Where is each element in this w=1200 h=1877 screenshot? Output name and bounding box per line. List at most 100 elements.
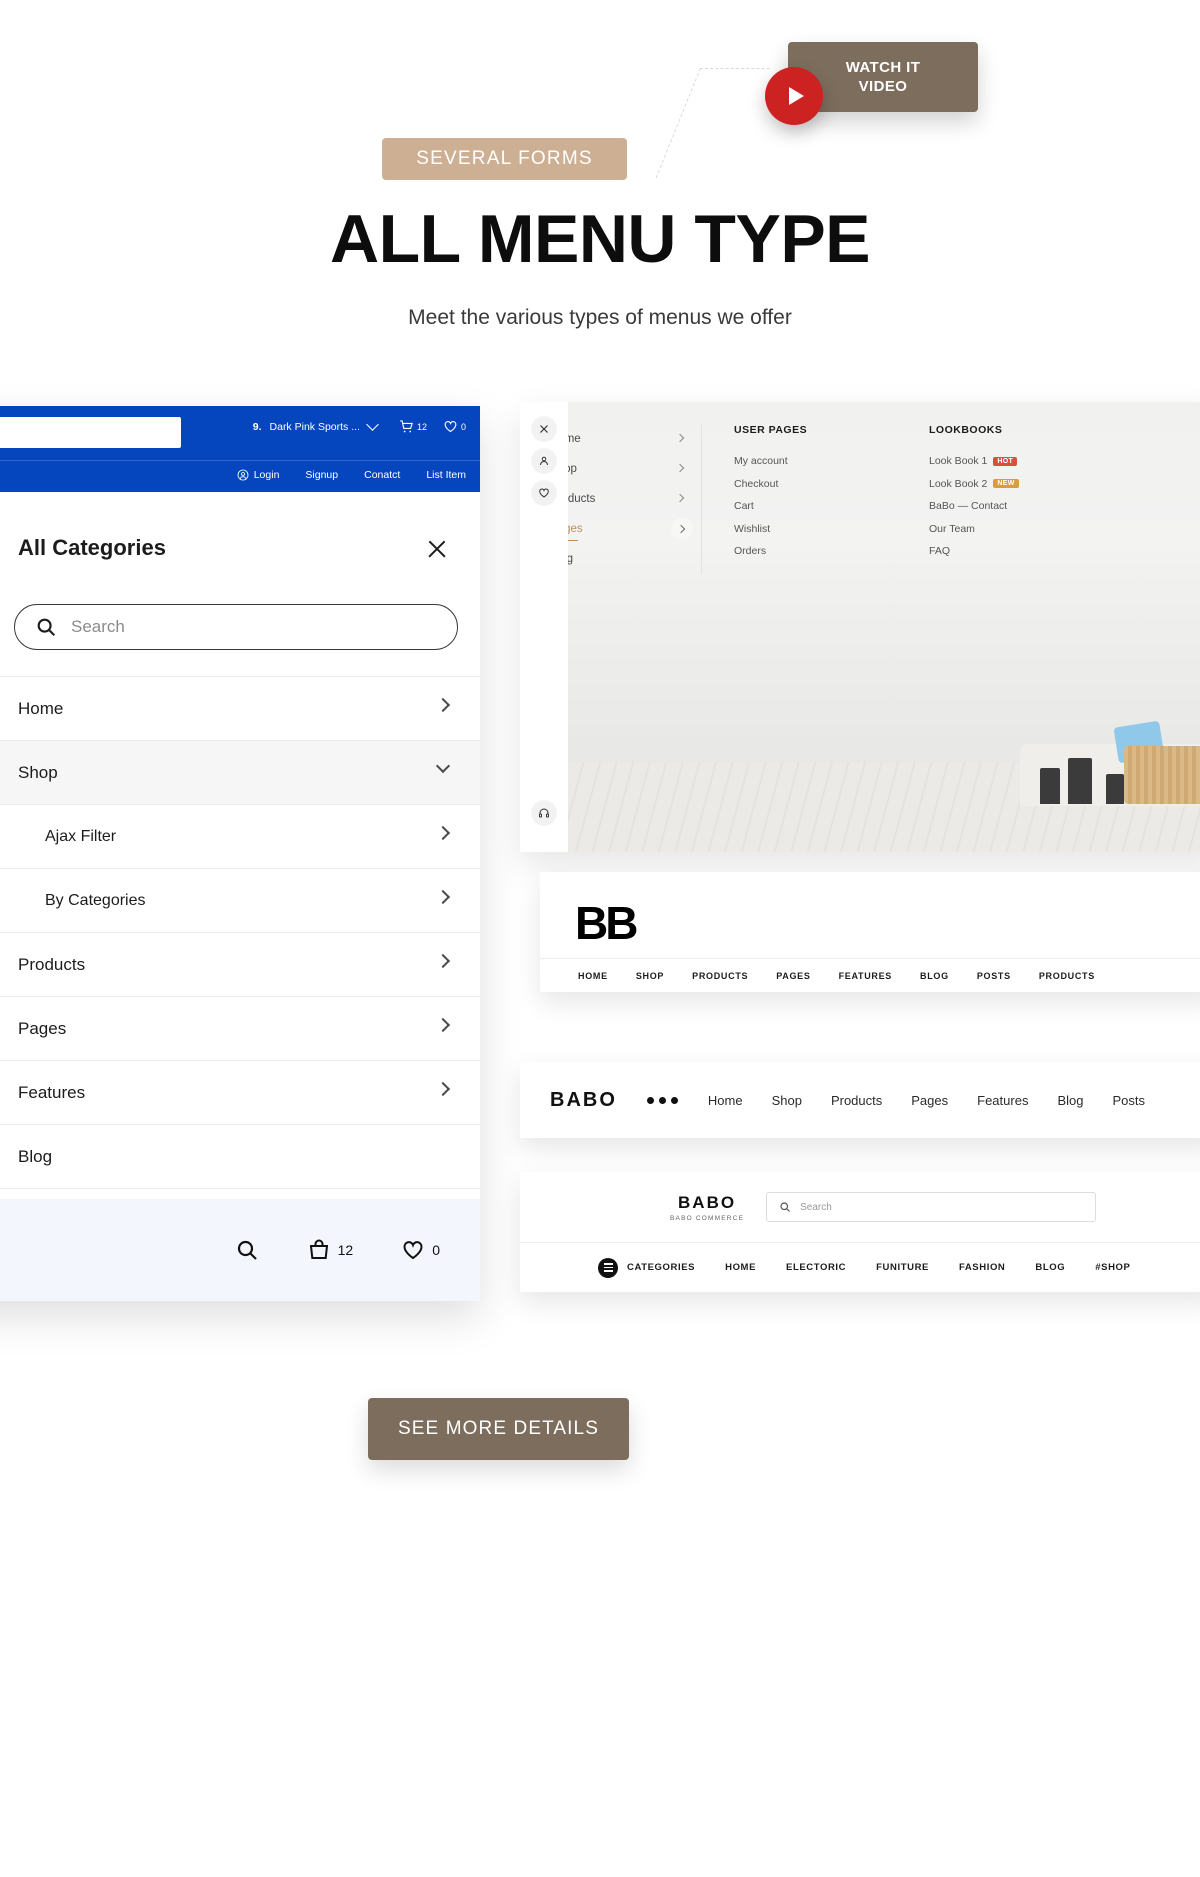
heart-icon[interactable] bbox=[531, 480, 557, 506]
menu-item-label: Pages bbox=[18, 1018, 67, 1038]
babo-commerce-card: BABO BABO COMMERCE Search CATEGORIES HOM… bbox=[520, 1172, 1200, 1292]
commerce-nav-shop[interactable]: #SHOP bbox=[1095, 1262, 1130, 1273]
menu-item-shop[interactable]: Shop bbox=[0, 741, 480, 805]
mega-column-user-pages: USER PAGES My account Checkout Cart Wish… bbox=[702, 424, 897, 574]
commerce-nav-funiture[interactable]: FUNITURE bbox=[876, 1262, 929, 1273]
commerce-nav-blog[interactable]: BLOG bbox=[1035, 1262, 1065, 1273]
hamburger-icon bbox=[598, 1257, 618, 1278]
column-heading: LOOKBOOKS bbox=[929, 424, 1003, 436]
mega-item-home[interactable]: Home bbox=[550, 424, 691, 454]
heart-icon bbox=[403, 1241, 423, 1260]
product-select[interactable]: 9. Dark Pink Sports ... bbox=[253, 418, 379, 433]
nav-link-login[interactable]: Login bbox=[237, 469, 279, 481]
search-input[interactable] bbox=[0, 417, 181, 448]
blue-header-icons: 12 0 bbox=[399, 419, 466, 434]
commerce-nav-electoric[interactable]: ELECTORIC bbox=[786, 1262, 846, 1273]
nav-link-contact[interactable]: Conatct bbox=[364, 469, 400, 481]
menu-item-label: Ajax Filter bbox=[45, 827, 117, 845]
list-item[interactable]: Our Team bbox=[929, 518, 1092, 541]
search-placeholder: Search bbox=[71, 617, 125, 636]
bottom-search-button[interactable] bbox=[235, 1238, 259, 1262]
babo-nav-posts[interactable]: Posts bbox=[1112, 1093, 1145, 1108]
list-item[interactable]: BaBo — Contact bbox=[929, 495, 1092, 518]
categories-button[interactable]: CATEGORIES bbox=[598, 1257, 695, 1278]
offcanvas-menu-list: Home Shop Ajax Filter By Categories Prod… bbox=[0, 676, 480, 1189]
user-icon[interactable] bbox=[531, 448, 557, 474]
menu-item-products[interactable]: Products bbox=[0, 933, 480, 997]
babo-nav-blog[interactable]: Blog bbox=[1057, 1093, 1083, 1108]
bb-nav-shop[interactable]: SHOP bbox=[636, 971, 664, 981]
list-item[interactable]: Orders bbox=[734, 540, 897, 563]
menu-item-label: Features bbox=[18, 1082, 86, 1102]
blue-header-row-top: 9. Dark Pink Sports ... 12 0 bbox=[0, 406, 480, 460]
lantern-shape bbox=[1106, 774, 1124, 804]
bottom-wishlist-button[interactable]: 0 bbox=[401, 1238, 440, 1262]
mega-item-pages[interactable]: Pages bbox=[550, 514, 693, 544]
chevron-right-icon bbox=[435, 1081, 451, 1097]
see-more-details-button[interactable]: SEE MORE DETAILS bbox=[368, 1398, 629, 1460]
wishlist-button[interactable]: 0 bbox=[443, 419, 466, 434]
bb-nav-products[interactable]: PRODUCTS bbox=[692, 971, 748, 981]
list-item-label: Checkout bbox=[734, 477, 779, 490]
close-icon[interactable] bbox=[531, 416, 557, 442]
watch-video-label: WATCH IT VIDEO bbox=[845, 59, 921, 95]
mega-item-products[interactable]: Products bbox=[550, 484, 691, 514]
bb-nav-pages[interactable]: PAGES bbox=[776, 971, 810, 981]
close-glyph bbox=[540, 425, 548, 433]
bb-nav-products-2[interactable]: PRODUCTS bbox=[1039, 971, 1095, 981]
nav-link-list-item[interactable]: List Item bbox=[426, 469, 466, 481]
menu-item-features[interactable]: Features bbox=[0, 1061, 480, 1125]
list-item[interactable]: Look Book 2 NEW bbox=[929, 473, 1092, 496]
bb-nav-blog[interactable]: BLOG bbox=[920, 971, 949, 981]
close-icon[interactable] bbox=[426, 538, 448, 560]
search-input[interactable]: Search bbox=[766, 1192, 1097, 1222]
bb-nav-home[interactable]: HOME bbox=[578, 971, 608, 981]
commerce-nav-fashion[interactable]: FASHION bbox=[959, 1262, 1005, 1273]
mega-item-shop[interactable]: Shop bbox=[550, 454, 691, 484]
offcanvas-panel: All Categories Search Home Shop Ajax Fil… bbox=[0, 492, 480, 1199]
list-item-label: Look Book 2 bbox=[929, 477, 988, 490]
column-heading: USER PAGES bbox=[734, 424, 808, 436]
more-dots-icon[interactable] bbox=[646, 1096, 678, 1104]
page-root: WATCH IT VIDEO SEVERAL FORMS ALL MENU TY… bbox=[0, 0, 1200, 1877]
babo-nav: Home Shop Products Pages Features Blog P… bbox=[708, 1093, 1145, 1108]
babo-nav-shop[interactable]: Shop bbox=[772, 1093, 802, 1108]
basket-shape bbox=[1124, 746, 1200, 804]
bb-nav-features[interactable]: FEATURES bbox=[839, 971, 892, 981]
chevron-right-icon bbox=[435, 1017, 451, 1033]
search-input[interactable]: Search bbox=[14, 604, 458, 650]
blue-header-bar: 9. Dark Pink Sports ... 12 0 Login Signu… bbox=[0, 406, 480, 492]
nav-link-signup[interactable]: Signup bbox=[305, 469, 338, 481]
menu-item-ajax-filter[interactable]: Ajax Filter bbox=[0, 805, 480, 869]
product-select-label: Dark Pink Sports ... bbox=[269, 420, 360, 433]
babo-logo: BABO bbox=[550, 1088, 617, 1111]
headphones-icon[interactable] bbox=[531, 800, 557, 826]
cart-button[interactable]: 12 bbox=[399, 419, 427, 434]
list-item[interactable]: Wishlist bbox=[734, 518, 897, 541]
menu-item-pages[interactable]: Pages bbox=[0, 997, 480, 1061]
mega-menu-photo bbox=[568, 552, 1200, 852]
list-item[interactable]: Look Book 1 HOT bbox=[929, 450, 1092, 473]
babo-nav-features[interactable]: Features bbox=[977, 1093, 1028, 1108]
menu-item-label: By Categories bbox=[45, 891, 146, 909]
heart-glyph bbox=[539, 488, 549, 498]
menu-item-by-categories[interactable]: By Categories bbox=[0, 869, 480, 933]
menu-item-home[interactable]: Home bbox=[0, 677, 480, 741]
list-item[interactable]: FAQ bbox=[929, 540, 1092, 563]
play-icon[interactable] bbox=[765, 67, 823, 125]
bottom-cart-button[interactable]: 12 bbox=[307, 1238, 353, 1262]
list-item[interactable]: Cart bbox=[734, 495, 897, 518]
babo-nav-products[interactable]: Products bbox=[831, 1093, 882, 1108]
commerce-nav-home[interactable]: HOME bbox=[725, 1262, 756, 1273]
menu-item-blog[interactable]: Blog bbox=[0, 1125, 480, 1189]
bb-nav-posts[interactable]: POSTS bbox=[977, 971, 1011, 981]
babo-nav-home[interactable]: Home bbox=[708, 1093, 743, 1108]
mega-item-blog[interactable]: Blog bbox=[550, 544, 691, 574]
heart-icon bbox=[444, 421, 457, 433]
babo-nav-pages[interactable]: Pages bbox=[911, 1093, 948, 1108]
user-circle-icon bbox=[237, 469, 249, 481]
menu-item-label: Products bbox=[18, 954, 86, 974]
list-item[interactable]: Checkout bbox=[734, 473, 897, 496]
search-placeholder: Search bbox=[800, 1201, 832, 1213]
list-item[interactable]: My account bbox=[734, 450, 897, 473]
